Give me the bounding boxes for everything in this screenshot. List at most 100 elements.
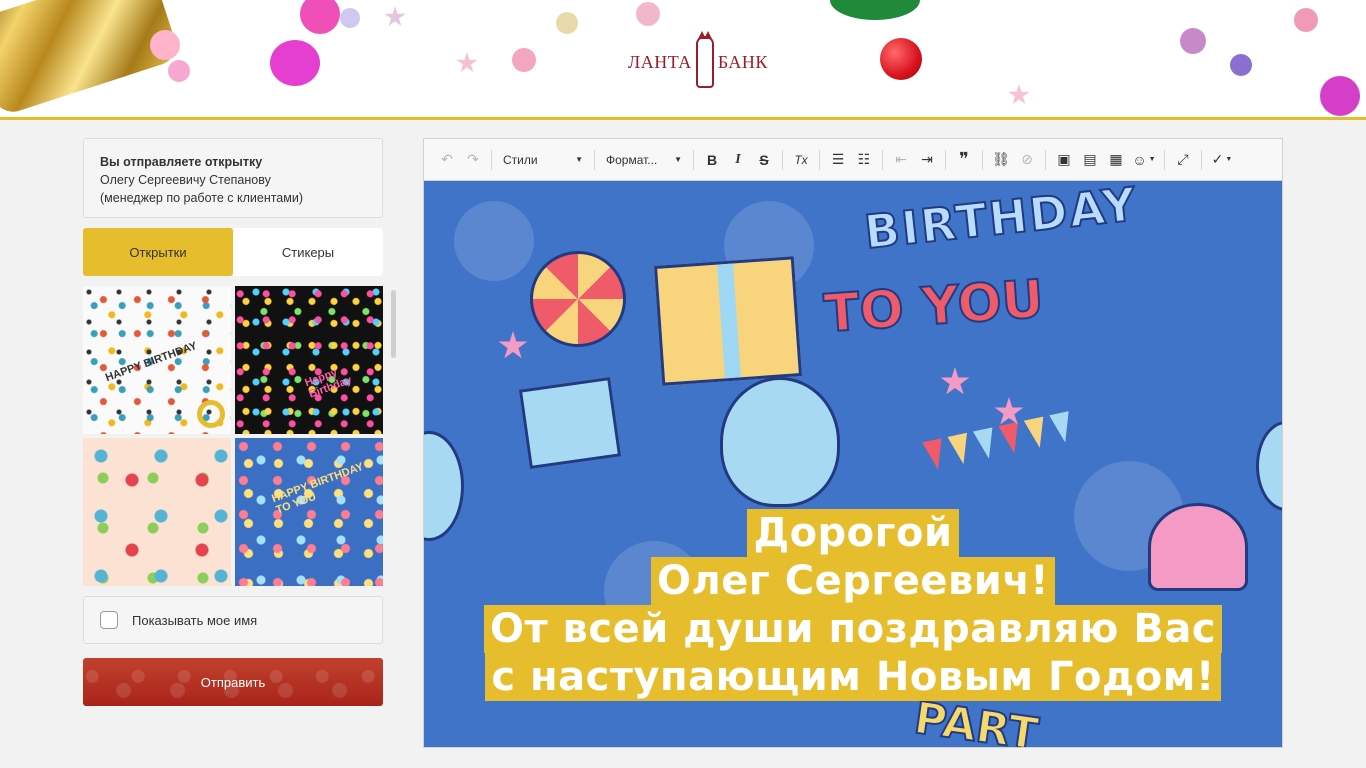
styles-dropdown[interactable]: Стили ▼: [497, 147, 589, 173]
greeting-line-3: От всей души поздравляю Вас: [483, 605, 1223, 653]
balloon-decoration: [1256, 421, 1282, 511]
confetti-decoration: [150, 30, 180, 60]
toolbar-separator: [782, 149, 783, 170]
confetti-decoration: [556, 12, 578, 34]
cat-logo-icon: [695, 31, 714, 88]
page-header: ЛАНТА БАНК: [0, 0, 1366, 120]
tab-stickers[interactable]: Стикеры: [233, 228, 383, 276]
chevron-down-icon: ▼: [1148, 156, 1156, 163]
card-thumbnail-3[interactable]: [83, 438, 231, 586]
card-thumbnail-2[interactable]: Happy Birthday: [235, 286, 383, 434]
sender-title: Вы отправляете открытку: [100, 155, 263, 169]
card-type-tabs: Открытки Стикеры: [83, 228, 383, 276]
star-decoration: [940, 367, 970, 395]
clear-format-icon[interactable]: Tx: [788, 147, 814, 173]
logo-text-left: ЛАНТА: [628, 51, 692, 72]
birthday-heading: BIRTHDAY: [861, 181, 1141, 260]
toolbar-separator: [1201, 149, 1202, 170]
confetti-decoration: [1294, 8, 1318, 32]
card-thumbnail-text: Happy Birthday: [303, 366, 354, 401]
card-thumbnail-1[interactable]: HAPPY BIRTHDAY: [83, 286, 231, 434]
gold-ribbon-decoration: [0, 0, 181, 117]
card-thumbnail-text: HAPPY BIRTHDAY TO YOU: [270, 460, 365, 517]
table-icon[interactable]: ▦: [1103, 147, 1129, 173]
unlink-icon[interactable]: ⊘: [1014, 147, 1040, 173]
to-you-heading: TO YOU: [821, 268, 1047, 345]
gallery-scrollbar[interactable]: [391, 290, 396, 358]
toolbar-separator: [1164, 149, 1165, 170]
format-dropdown-label: Формат...: [606, 152, 658, 167]
lollipop-decoration: [530, 251, 626, 347]
red-ball-decoration: [880, 38, 922, 80]
greeting-line-4: с наступающим Новым Годом!: [485, 653, 1221, 701]
toolbar-separator: [945, 149, 946, 170]
bold-icon[interactable]: B: [699, 147, 725, 173]
card-thumbnail-text: HAPPY BIRTHDAY: [103, 339, 199, 385]
show-name-label: Показывать мое имя: [132, 612, 258, 628]
confetti-decoration: [1230, 54, 1252, 76]
flag-decoration: [998, 422, 1024, 456]
star-decoration: [384, 6, 406, 27]
star-decoration: [498, 331, 528, 359]
show-name-option[interactable]: Показывать мое имя: [83, 596, 383, 644]
tab-cards[interactable]: Открытки: [83, 228, 233, 276]
send-button[interactable]: Отправить: [83, 658, 383, 706]
toolbar-separator: [819, 149, 820, 170]
balloon-decoration: [300, 0, 340, 34]
spellcheck-icon[interactable]: ✓ ▼: [1207, 147, 1237, 173]
chevron-down-icon: ▼: [674, 155, 682, 164]
ordered-list-icon[interactable]: ☰: [825, 147, 851, 173]
confetti-decoration: [636, 2, 660, 26]
strikethrough-icon[interactable]: S: [751, 147, 777, 173]
format-dropdown[interactable]: Формат... ▼: [600, 147, 688, 173]
show-name-checkbox[interactable]: [100, 611, 118, 629]
flag-decoration: [947, 433, 973, 467]
background-blob: [454, 201, 534, 281]
flag-decoration: [922, 438, 948, 472]
balloon-decoration: [270, 40, 320, 86]
star-decoration: [456, 52, 478, 73]
template-icon[interactable]: ▤: [1077, 147, 1103, 173]
logo-text-right: БАНК: [717, 51, 768, 72]
maximize-icon[interactable]: ⤢: [1170, 147, 1196, 173]
blockquote-icon[interactable]: ❞: [951, 147, 977, 173]
toolbar-separator: [693, 149, 694, 170]
emoji-glyph: ☺: [1132, 151, 1147, 168]
outdent-icon[interactable]: ⇤: [888, 147, 914, 173]
flag-decoration: [1049, 411, 1075, 445]
card-preview-canvas[interactable]: BIRTHDAY TO YOU PART Дорогой Олег Сергее…: [424, 181, 1282, 747]
selected-indicator-icon: [197, 400, 225, 428]
chevron-down-icon: ▼: [1225, 156, 1233, 163]
bullet-list-icon[interactable]: ☷: [851, 147, 877, 173]
star-decoration: [1008, 84, 1030, 105]
confetti-decoration: [1180, 28, 1206, 54]
bird-decoration: [720, 377, 840, 507]
link-icon[interactable]: ⛓: [988, 147, 1014, 173]
flag-decoration: [973, 427, 999, 461]
sender-info: Вы отправляете открытку Олегу Сергеевичу…: [83, 138, 383, 218]
editor-toolbar: ↶ ↷ Стили ▼ Формат... ▼ B I S Tx ☰ ☷ ⇤ ⇥…: [424, 139, 1282, 181]
recipient-name: Олегу Сергеевичу Степанову: [100, 173, 271, 187]
bank-logo: ЛАНТА БАНК: [628, 31, 768, 88]
spellcheck-glyph: ✓: [1211, 151, 1224, 167]
undo-icon[interactable]: ↶: [434, 147, 460, 173]
confetti-decoration: [512, 48, 536, 72]
toolbar-separator: [982, 149, 983, 170]
italic-icon[interactable]: I: [725, 147, 751, 173]
emoji-icon[interactable]: ☺ ▼: [1129, 147, 1159, 173]
image-icon[interactable]: ▣: [1051, 147, 1077, 173]
indent-icon[interactable]: ⇥: [914, 147, 940, 173]
recipient-position: (менеджер по работе с клиентами): [100, 191, 304, 205]
toolbar-separator: [491, 149, 492, 170]
redo-icon[interactable]: ↷: [460, 147, 486, 173]
card-thumbnail-4[interactable]: HAPPY BIRTHDAY TO YOU: [235, 438, 383, 586]
flag-decoration: [1024, 416, 1050, 450]
confetti-decoration: [340, 8, 360, 28]
toolbar-separator: [594, 149, 595, 170]
toolbar-separator: [1045, 149, 1046, 170]
balloon-decoration: [1320, 76, 1360, 116]
greeting-text[interactable]: Дорогой Олег Сергеевич! От всей души поз…: [424, 509, 1282, 701]
gift-box-decoration: [518, 376, 622, 470]
confetti-decoration: [168, 60, 190, 82]
chevron-down-icon: ▼: [575, 155, 583, 164]
